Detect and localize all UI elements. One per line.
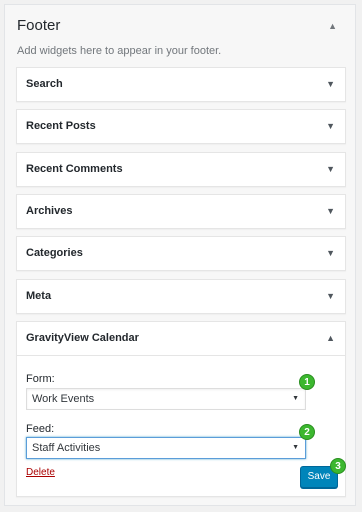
widget-title: GravityView Calendar xyxy=(26,332,139,344)
widget-header[interactable]: Recent Comments ▼ xyxy=(17,153,345,186)
widget-header[interactable]: Archives ▼ xyxy=(17,195,345,228)
collapse-arrow-icon[interactable]: ▲ xyxy=(326,333,335,343)
widget-search: Search ▼ xyxy=(16,67,346,102)
step-3-badge: 3 xyxy=(330,458,346,474)
dropdown-caret-icon: ▼ xyxy=(292,444,299,451)
widget-title: Search xyxy=(26,78,63,90)
footer-widget-area: Footer ▲ Add widgets here to appear in y… xyxy=(4,4,356,506)
widget-gravityview-calendar: GravityView Calendar ▲ Form: Work Events… xyxy=(16,321,346,497)
feed-select[interactable]: Staff Activities ▼ xyxy=(26,437,306,459)
expand-arrow-icon[interactable]: ▼ xyxy=(326,248,335,258)
expand-arrow-icon[interactable]: ▼ xyxy=(326,79,335,89)
widget-header[interactable]: Search ▼ xyxy=(17,68,345,101)
widget-title: Recent Posts xyxy=(26,120,96,132)
widget-recent-comments: Recent Comments ▼ xyxy=(16,152,346,187)
step-1-badge: 1 xyxy=(299,374,315,390)
form-label: Form: xyxy=(26,373,55,385)
widget-title: Archives xyxy=(26,205,73,217)
form-select-value: Work Events xyxy=(32,393,95,405)
expand-arrow-icon[interactable]: ▼ xyxy=(326,291,335,301)
expand-arrow-icon[interactable]: ▼ xyxy=(326,121,335,131)
sidebar-header[interactable]: Footer ▲ Add widgets here to appear in y… xyxy=(5,5,355,67)
widget-settings-panel: Form: Work Events ▼ 1 Feed: Staff Activi… xyxy=(17,355,346,495)
widget-archives: Archives ▼ xyxy=(16,194,346,229)
feed-select-value: Staff Activities xyxy=(32,442,101,454)
form-select[interactable]: Work Events ▼ xyxy=(26,388,306,410)
widget-header[interactable]: Meta ▼ xyxy=(17,280,345,313)
feed-label: Feed: xyxy=(26,423,55,435)
sidebar-description: Add widgets here to appear in your foote… xyxy=(17,45,222,57)
widget-title: Categories xyxy=(26,247,83,259)
widget-recent-posts: Recent Posts ▼ xyxy=(16,109,346,144)
expand-arrow-icon[interactable]: ▼ xyxy=(326,206,335,216)
widget-meta: Meta ▼ xyxy=(16,279,346,314)
collapse-arrow-icon[interactable]: ▲ xyxy=(328,21,337,31)
dropdown-caret-icon: ▼ xyxy=(292,395,299,402)
step-2-badge: 2 xyxy=(299,424,315,440)
widget-header[interactable]: Recent Posts ▼ xyxy=(17,110,345,143)
expand-arrow-icon[interactable]: ▼ xyxy=(326,164,335,174)
widget-title: Meta xyxy=(26,290,52,302)
delete-link[interactable]: Delete xyxy=(26,467,55,478)
widget-categories: Categories ▼ xyxy=(16,236,346,271)
sidebar-title: Footer xyxy=(17,17,61,34)
widget-header[interactable]: GravityView Calendar ▲ xyxy=(17,322,345,355)
widget-header[interactable]: Categories ▼ xyxy=(17,237,345,270)
widget-title: Recent Comments xyxy=(26,163,123,175)
